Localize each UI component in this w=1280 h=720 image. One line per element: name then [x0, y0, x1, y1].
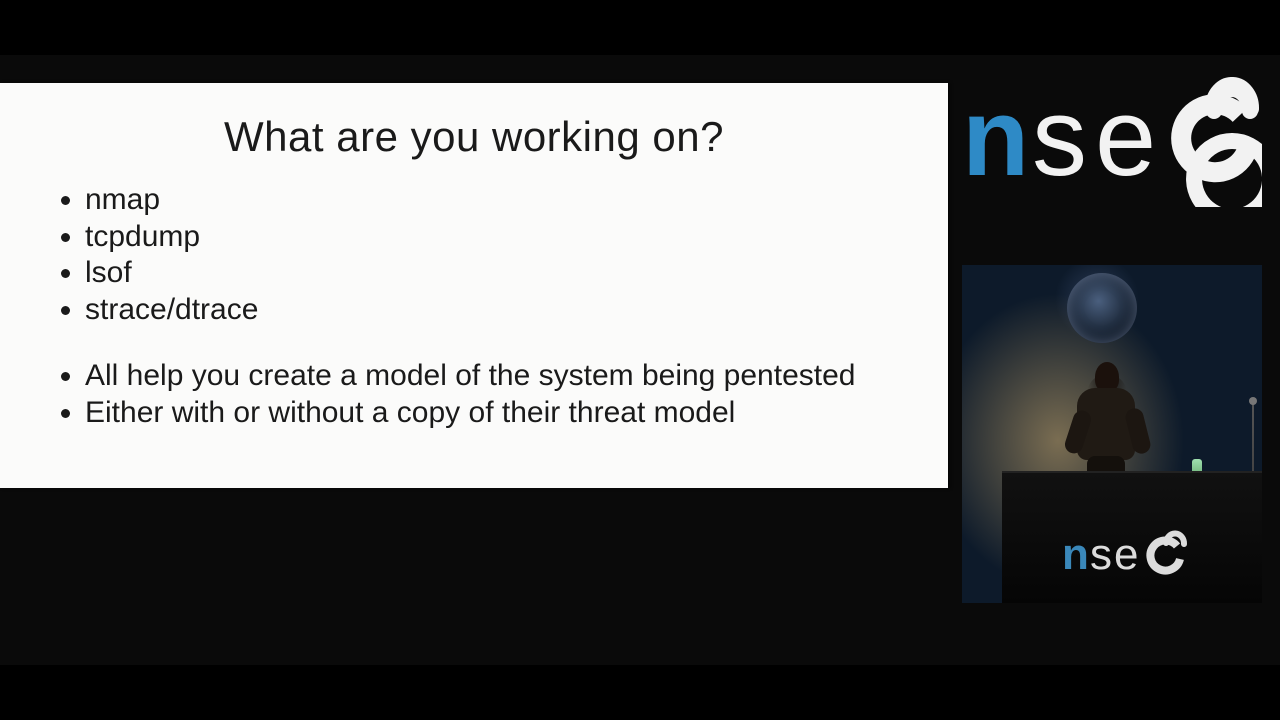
video-frame: What are you working on? nmap tcpdump ls…: [0, 55, 1280, 665]
stage-backdrop-art: [1067, 273, 1137, 343]
slide-bullets-group-1: nmap tcpdump lsof strace/dtrace: [55, 183, 893, 327]
nsec-logo-icon: n s e: [962, 77, 1262, 207]
svg-text:n: n: [1062, 530, 1089, 579]
list-item: tcpdump: [85, 220, 893, 255]
conference-logo: n s e: [962, 77, 1262, 207]
list-item: lsof: [85, 256, 893, 291]
nsec-logo-icon: n s e: [1062, 529, 1202, 579]
list-item: Either with or without a copy of their t…: [85, 396, 893, 431]
podium: n s e: [1002, 471, 1262, 603]
list-item: nmap: [85, 183, 893, 218]
slide-bullets-group-2: All help you create a model of the syste…: [55, 359, 893, 430]
svg-text:e: e: [1095, 77, 1156, 199]
podium-logo: n s e: [1062, 529, 1202, 579]
list-item: strace/dtrace: [85, 293, 893, 328]
slide-title: What are you working on?: [55, 113, 893, 161]
svg-text:s: s: [1090, 530, 1112, 579]
svg-text:n: n: [962, 77, 1029, 199]
presentation-slide: What are you working on? nmap tcpdump ls…: [0, 83, 948, 488]
svg-text:e: e: [1114, 530, 1138, 579]
list-item: All help you create a model of the syste…: [85, 359, 893, 394]
speaker-camera-feed: n s e: [962, 265, 1262, 603]
svg-text:s: s: [1032, 77, 1087, 199]
